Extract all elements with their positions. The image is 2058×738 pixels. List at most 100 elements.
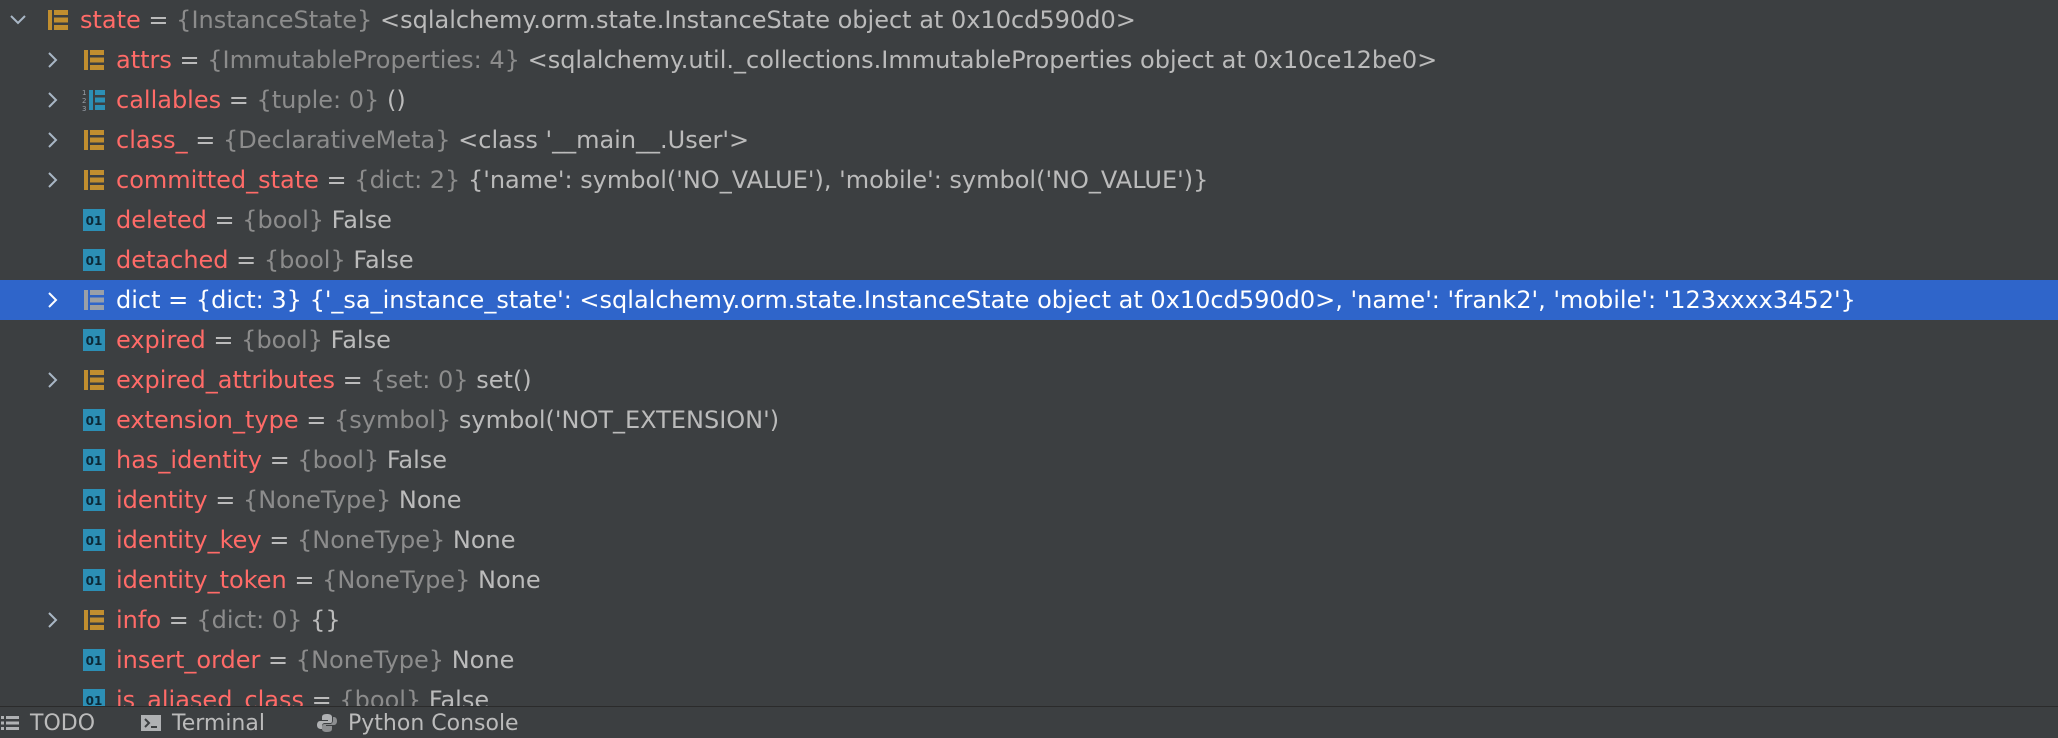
equals-sign: = xyxy=(286,566,323,594)
chevron-right-icon[interactable] xyxy=(40,608,64,632)
svg-text:01: 01 xyxy=(86,654,103,668)
tree-row-dict[interactable]: dict = {dict: 3} {'_sa_instance_state': … xyxy=(0,280,2058,320)
tree-row-label: info = {dict: 0} {} xyxy=(116,600,341,640)
tree-row-committed-state[interactable]: committed_state = {dict: 2} {'name': sym… xyxy=(0,160,2058,200)
tree-row-identity-key[interactable]: 01 identity_key = {NoneType} None xyxy=(0,520,2058,560)
equals-sign: = xyxy=(171,46,208,74)
object-icon xyxy=(82,128,106,152)
variable-type: {DeclarativeMeta} xyxy=(222,126,451,154)
svg-text:01: 01 xyxy=(86,454,103,468)
svg-text:01: 01 xyxy=(86,214,103,228)
variable-name: has_identity xyxy=(116,446,262,474)
chevron-right-icon[interactable] xyxy=(40,368,64,392)
variable-name: state xyxy=(80,6,141,34)
variable-type: {bool} xyxy=(242,206,325,234)
tree-row-expired-attributes[interactable]: expired_attributes = {set: 0} set() xyxy=(0,360,2058,400)
chevron-right-icon[interactable] xyxy=(40,168,64,192)
tree-row-info[interactable]: info = {dict: 0} {} xyxy=(0,600,2058,640)
python-console-tab-label: Python Console xyxy=(348,710,519,736)
equals-sign: = xyxy=(298,406,334,434)
tree-row-label: identity_key = {NoneType} None xyxy=(116,520,516,560)
tree-row-detached[interactable]: 01 detached = {bool} False xyxy=(0,240,2058,280)
terminal-tab[interactable]: Terminal xyxy=(140,707,265,738)
object-icon xyxy=(82,368,106,392)
variable-type: {set: 0} xyxy=(370,366,469,394)
variable-type: {ImmutableProperties: 4} xyxy=(207,46,520,74)
primitive-icon: 01 xyxy=(82,648,106,672)
equals-sign: = xyxy=(260,646,296,674)
tree-row-expired[interactable]: 01 expired = {bool} False xyxy=(0,320,2058,360)
tree-row-insert-order[interactable]: 01 insert_order = {NoneType} None xyxy=(0,640,2058,680)
tree-row-is-aliased-class[interactable]: 01 is_aliased_class = {bool} False xyxy=(0,680,2058,706)
svg-text:01: 01 xyxy=(86,254,103,268)
variable-type: {dict: 2} xyxy=(354,166,461,194)
chevron-down-icon[interactable] xyxy=(6,8,30,32)
tree-row-identity[interactable]: 01 identity = {NoneType} None xyxy=(0,480,2058,520)
variable-value: () xyxy=(386,86,406,114)
svg-text:01: 01 xyxy=(86,494,103,508)
primitive-icon: 01 xyxy=(82,408,106,432)
chevron-right-icon[interactable] xyxy=(40,88,64,112)
primitive-icon: 01 xyxy=(82,448,106,472)
variable-name: identity_token xyxy=(116,566,287,594)
variable-name: attrs xyxy=(116,46,172,74)
variable-value: False xyxy=(428,686,490,706)
tree-row-extension-type[interactable]: 01 extension_type = {symbol} symbol('NOT_… xyxy=(0,400,2058,440)
variable-value: None xyxy=(477,566,541,594)
svg-text:01: 01 xyxy=(86,574,103,588)
variable-value: None xyxy=(398,486,462,514)
variable-value: {'_sa_instance_state': <sqlalchemy.orm.s… xyxy=(309,286,1856,314)
tree-row-attrs[interactable]: attrs = {ImmutableProperties: 4} <sqlalc… xyxy=(0,40,2058,80)
variable-name: insert_order xyxy=(116,646,261,674)
tree-row-label: committed_state = {dict: 2} {'name': sym… xyxy=(116,160,1208,200)
variable-type: {dict: 3} xyxy=(195,286,302,314)
primitive-icon: 01 xyxy=(82,248,106,272)
variable-type: {bool} xyxy=(241,326,323,354)
variable-value: None xyxy=(452,526,516,554)
variable-name: deleted xyxy=(116,206,207,234)
variable-value: False xyxy=(330,326,391,354)
variable-name: expired xyxy=(116,326,206,354)
todo-tab[interactable]: TODO xyxy=(0,707,95,738)
variable-value: False xyxy=(386,446,448,474)
variable-type: {dict: 0} xyxy=(196,606,303,634)
tree-row-deleted[interactable]: 01 deleted = {bool} False xyxy=(0,200,2058,240)
variable-name: is_aliased_class xyxy=(116,686,305,706)
variable-name: committed_state xyxy=(116,166,319,194)
equals-sign: = xyxy=(334,366,371,394)
variable-value: <sqlalchemy.orm.state.InstanceState obje… xyxy=(379,6,1136,34)
equals-sign: = xyxy=(160,286,196,314)
tree-row-has-identity[interactable]: 01 has_identity = {bool} False xyxy=(0,440,2058,480)
tree-row-identity-token[interactable]: 01 identity_token = {NoneType} None xyxy=(0,560,2058,600)
tree-row-label: class_ = {DeclarativeMeta} <class '__mai… xyxy=(116,120,749,160)
chevron-right-icon[interactable] xyxy=(40,128,64,152)
tree-row-label: has_identity = {bool} False xyxy=(116,440,447,480)
svg-text:01: 01 xyxy=(86,334,103,348)
svg-text:2: 2 xyxy=(82,97,86,105)
variables-tree: state = {InstanceState} <sqlalchemy.orm.… xyxy=(0,0,2058,706)
variable-value: False xyxy=(331,206,392,234)
tree-row-label: detached = {bool} False xyxy=(116,240,414,280)
python-console-tab[interactable]: Python Console xyxy=(316,707,519,738)
primitive-icon: 01 xyxy=(82,568,106,592)
variable-value: symbol('NOT_EXTENSION') xyxy=(458,406,780,434)
variable-name: dict xyxy=(116,286,161,314)
tree-row-state[interactable]: state = {InstanceState} <sqlalchemy.orm.… xyxy=(0,0,2058,40)
chevron-right-icon[interactable] xyxy=(40,288,64,312)
todo-tab-label: TODO xyxy=(30,710,96,736)
variable-value: set() xyxy=(476,366,532,394)
equals-sign: = xyxy=(318,166,355,194)
tree-row-label: is_aliased_class = {bool} False xyxy=(116,680,489,706)
equals-sign: = xyxy=(304,686,340,706)
svg-text:01: 01 xyxy=(86,534,103,548)
tree-row-label: dict = {dict: 3} {'_sa_instance_state': … xyxy=(116,280,1856,320)
tree-row-class[interactable]: class_ = {DeclarativeMeta} <class '__mai… xyxy=(0,120,2058,160)
variable-value: {'name': symbol('NO_VALUE'), 'mobile': s… xyxy=(467,166,1209,194)
chevron-right-icon[interactable] xyxy=(40,48,64,72)
tree-row-callables[interactable]: 1 2 3 callables = {tuple: 0} () xyxy=(0,80,2058,120)
tree-row-label: identity = {NoneType} None xyxy=(116,480,462,520)
primitive-icon: 01 xyxy=(82,688,106,706)
svg-text:3: 3 xyxy=(82,105,86,112)
equals-sign: = xyxy=(161,606,197,634)
variable-type: {bool} xyxy=(297,446,380,474)
